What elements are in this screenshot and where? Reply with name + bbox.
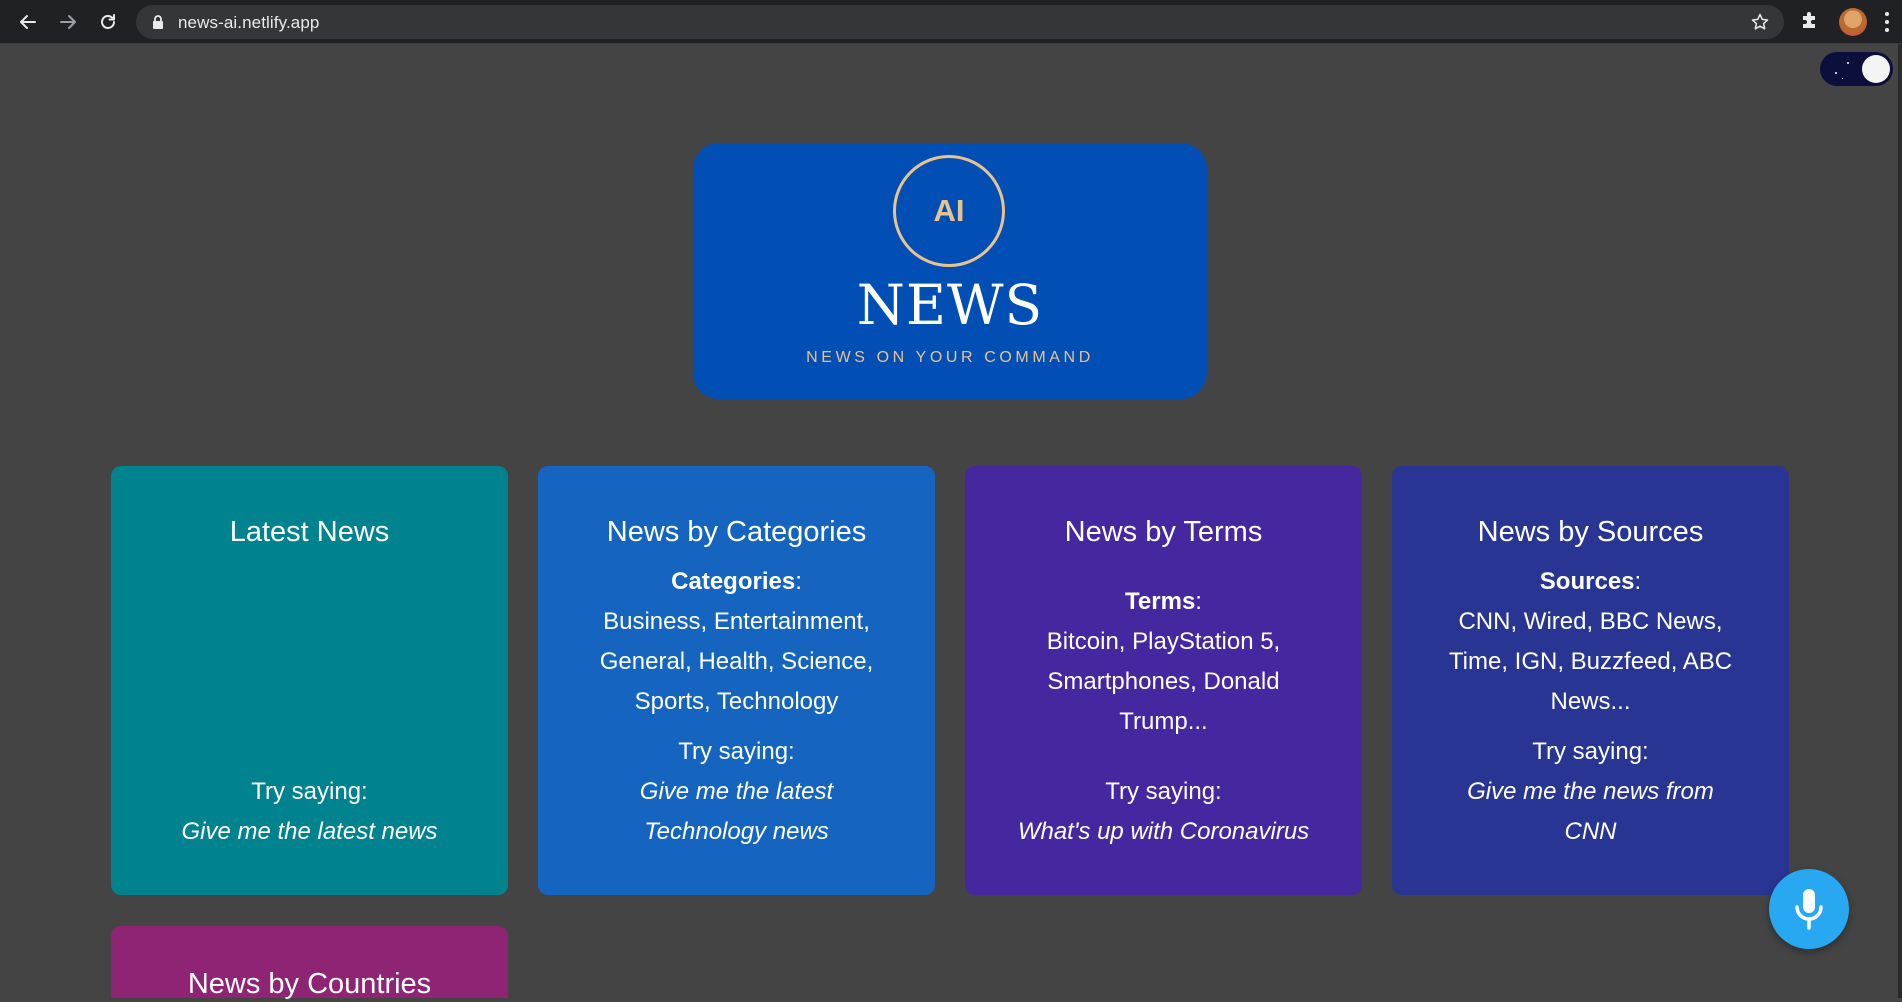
logo-badge-text: AI xyxy=(933,193,965,228)
card-info: Terms: Bitcoin, PlayStation 5, Smartphon… xyxy=(1025,582,1302,742)
card-try-saying: Try saying: What's up with Coronavirus xyxy=(985,772,1342,852)
logo-title: NEWS xyxy=(856,273,1044,337)
try-label: Try saying: xyxy=(678,738,795,765)
forward-button[interactable] xyxy=(52,6,84,38)
try-label: Try saying: xyxy=(1105,778,1222,805)
info-separator: : xyxy=(1195,588,1202,615)
card-latest-news[interactable]: Latest News Try saying: Give me the late… xyxy=(111,466,508,895)
card-news-by-countries[interactable]: News by Countries xyxy=(111,926,508,1000)
try-phrase: Give me the news from CNN xyxy=(1467,778,1714,845)
info-separator: : xyxy=(795,568,802,595)
try-phrase: What's up with Coronavirus xyxy=(1017,818,1310,845)
card-try-saying: Try saying: Give me the latest Technolog… xyxy=(598,732,875,852)
star-decoration xyxy=(1842,78,1843,79)
arrow-left-icon xyxy=(20,15,36,29)
info-separator: : xyxy=(1634,568,1642,595)
try-phrase: Give me the latest Technology news xyxy=(639,778,834,845)
microphone-icon xyxy=(1795,889,1823,930)
back-button[interactable] xyxy=(12,6,44,38)
card-try-saying: Try saying: Give me the latest news xyxy=(131,772,488,852)
app-logo: AI NEWS NEWS ON YOUR COMMAND xyxy=(693,143,1207,399)
info-label: Terms xyxy=(1125,588,1196,615)
profile-avatar[interactable] xyxy=(1839,8,1867,36)
lock-icon xyxy=(153,15,163,29)
reload-icon xyxy=(101,14,115,29)
info-label: Categories xyxy=(671,568,796,595)
card-info: Categories: Business, Entertainment, Gen… xyxy=(578,562,895,722)
voice-assistant-button[interactable] xyxy=(1769,869,1849,949)
star-decoration xyxy=(1847,62,1849,64)
card-news-by-sources[interactable]: News by Sources Sources: CNN, Wired, BBC… xyxy=(1392,466,1789,895)
arrow-right-icon xyxy=(60,15,76,29)
scrollbar[interactable] xyxy=(1898,44,1902,998)
url-text: news-ai.netlify.app xyxy=(178,13,320,32)
info-text: Business, Entertainment, General, Health… xyxy=(599,608,874,715)
star-decoration xyxy=(1835,72,1837,74)
try-label: Try saying: xyxy=(251,778,368,805)
card-title: Latest News xyxy=(229,516,390,548)
dark-mode-toggle[interactable] xyxy=(1820,52,1893,86)
browser-toolbar: news-ai.netlify.app xyxy=(0,0,1902,44)
info-text: Bitcoin, PlayStation 5, Smartphones, Don… xyxy=(1046,628,1281,735)
card-info: Sources: CNN, Wired, BBC News, Time, IGN… xyxy=(1432,562,1749,722)
info-label: Sources xyxy=(1539,568,1635,595)
card-news-by-categories[interactable]: News by Categories Categories: Business,… xyxy=(538,466,935,895)
card-try-saying: Try saying: Give me the news from CNN xyxy=(1442,732,1739,852)
logo-tagline: NEWS ON YOUR COMMAND xyxy=(806,349,1094,366)
address-bar[interactable]: news-ai.netlify.app xyxy=(136,5,1784,39)
puzzle-icon[interactable] xyxy=(1799,9,1821,31)
info-text: CNN, Wired, BBC News, Time, IGN, Buzzfee… xyxy=(1448,608,1733,715)
card-title: News by Categories xyxy=(606,516,867,548)
try-label: Try saying: xyxy=(1532,738,1649,765)
star-icon[interactable] xyxy=(1750,12,1770,32)
try-phrase: Give me the latest news xyxy=(181,818,438,845)
card-title: News by Countries xyxy=(187,968,432,1000)
card-title: News by Sources xyxy=(1477,516,1704,548)
more-vert-icon[interactable] xyxy=(1884,10,1890,34)
card-title: News by Terms xyxy=(1064,516,1263,548)
toggle-knob xyxy=(1862,55,1890,83)
logo-badge: AI xyxy=(893,155,1005,267)
card-news-by-terms[interactable]: News by Terms Terms: Bitcoin, PlayStatio… xyxy=(965,466,1362,895)
reload-button[interactable] xyxy=(92,6,124,38)
